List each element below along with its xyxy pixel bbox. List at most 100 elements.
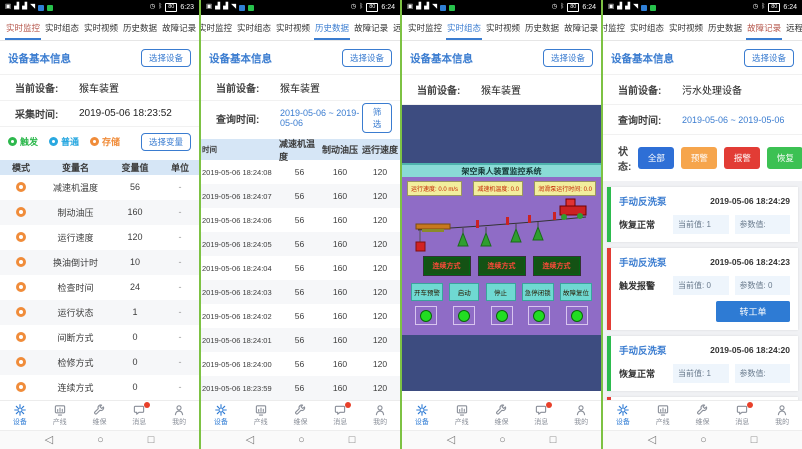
android-home-button[interactable]: ○ [298,435,305,446]
nav-item-device[interactable]: 设备 [5,404,35,427]
variable-name: 运行状态 [42,306,109,319]
nav-item-maintenance[interactable]: 维保 [687,404,717,427]
select-device-button[interactable]: 选择设备 [141,49,191,67]
status-filter-button[interactable]: 全部 [638,147,674,169]
tab-fault-record[interactable]: 故障记录 [161,15,197,40]
control-button[interactable]: 停止 [486,283,516,301]
tab-realtime-video[interactable]: 实时视频 [83,15,119,40]
nav-item-production-line[interactable]: 产线 [246,404,276,427]
tab-realtime-monitor[interactable]: 实时监控 [5,15,41,40]
fault-card[interactable]: 手动反洗泵 2019-05-06 18:24:29 恢复正常 当前值: 1 参数… [607,187,798,242]
legend-storage: 存储 [90,135,120,148]
android-recents-button[interactable]: □ [550,435,557,446]
tab-history-data[interactable]: 历史数据 [122,15,158,40]
fault-card[interactable]: 手动反洗泵 2019-05-06 18:24:20 恢复正常 当前值: 1 参数… [607,336,798,391]
nav-label: 维保 [695,417,709,427]
android-back-button[interactable]: ◁ [447,435,455,446]
current-device-row: 当前设备: 猴车装置 [0,74,199,100]
green-lamp-icon [458,310,470,322]
nav-item-mine[interactable]: 我的 [164,404,194,427]
tab-fault-record[interactable]: 故障记录 [353,15,389,40]
variable-row: 换油倒计时 10 - [0,250,199,275]
tab-realtime-monitor[interactable]: 实时监控 [201,15,233,40]
nav-item-production-line[interactable]: 产线 [447,404,477,427]
tab-fault-record[interactable]: 故障记录 [563,15,599,40]
fault-card[interactable]: 手动反洗泵 2019-05-06 18:24:17 触发报警 当前值: 0 参数… [607,397,798,400]
nav-item-messages[interactable]: 消息 [727,404,757,427]
nav-item-messages[interactable]: 消息 [325,404,355,427]
android-back-button[interactable]: ◁ [45,435,53,446]
create-work-order-button[interactable]: 转工单 [716,301,790,322]
tab-realtime-config[interactable]: 实时组态 [236,15,272,40]
control-button[interactable]: 启动 [449,283,479,301]
control-button[interactable]: 开车预警 [411,283,443,301]
android-back-button[interactable]: ◁ [246,435,254,446]
android-home-button[interactable]: ○ [700,435,707,446]
col-variable-value: 变量值 [109,161,161,174]
fault-card[interactable]: 手动反洗泵 2019-05-06 18:24:23 触发报警 当前值: 0 参数… [607,248,798,330]
tab-remote-control[interactable]: 远程控制 [785,15,802,40]
nav-item-production-line[interactable]: 产线 [648,404,678,427]
tab-realtime-video[interactable]: 实时视频 [485,15,521,40]
variable-value: 0 [109,332,161,342]
android-home-button[interactable]: ○ [499,435,506,446]
nav-item-maintenance[interactable]: 维保 [84,404,114,427]
alarm-clock-icon: ◷ [753,4,759,11]
select-device-button[interactable]: 选择设备 [744,49,794,67]
nav-item-maintenance[interactable]: 维保 [285,404,315,427]
tab-realtime-config[interactable]: 实时组态 [629,15,665,40]
tab-history-data[interactable]: 历史数据 [707,15,743,40]
signal-icon: ▟ [14,4,19,11]
person-icon [173,404,185,416]
select-device-button[interactable]: 选择设备 [342,49,392,67]
nav-item-device[interactable]: 设备 [206,404,236,427]
nav-label: 设备 [415,417,429,427]
tab-realtime-monitor[interactable]: 实时监控 [603,15,626,40]
variable-unit: - [161,282,199,292]
nav-item-production-line[interactable]: 产线 [45,404,75,427]
select-device-button[interactable]: 选择设备 [543,49,593,67]
variable-name: 检修方式 [42,356,109,369]
tab-realtime-video[interactable]: 实时视频 [275,15,311,40]
tab-remote-control[interactable]: 远程控制 [392,15,400,40]
filter-button[interactable]: 筛选 [362,103,392,133]
mode-button[interactable]: 连续方式 [534,257,580,275]
mode-button[interactable]: 连续方式 [479,257,525,275]
status-right-icons: ◷ ᛒ 80 6:23 [150,3,194,12]
tab-realtime-config[interactable]: 实时组态 [446,15,482,40]
android-back-button[interactable]: ◁ [648,435,656,446]
tab-history-data[interactable]: 历史数据 [524,15,560,40]
tab-fault-record[interactable]: 故障记录 [746,15,782,40]
android-home-button[interactable]: ○ [97,435,104,446]
nav-item-device[interactable]: 设备 [608,404,638,427]
status-filter-button[interactable]: 预警 [681,147,717,169]
status-filter-button[interactable]: 恢复 [767,147,802,169]
wifi-icon: ◥ [30,4,35,11]
nav-item-maintenance[interactable]: 维保 [486,404,516,427]
control-button[interactable]: 故障复位 [560,283,592,301]
scada-equipment-diagram [407,196,596,256]
bottom-nav: 设备 产线 维保 消息 我的 [201,400,400,430]
nav-item-mine[interactable]: 我的 [767,404,797,427]
status-filter-button[interactable]: 报警 [724,147,760,169]
tab-realtime-video[interactable]: 实时视频 [668,15,704,40]
mode-button[interactable]: 连续方式 [424,257,470,275]
query-time-value[interactable]: 2019-05-06 ~ 2019-05-06 [682,115,784,125]
nav-item-messages[interactable]: 消息 [124,404,154,427]
nav-item-messages[interactable]: 消息 [526,404,556,427]
android-recents-button[interactable]: □ [751,435,758,446]
query-time-value[interactable]: 2019-05-06 ~ 2019-05-06 [280,108,362,128]
nav-item-mine[interactable]: 我的 [566,404,596,427]
tab-realtime-monitor[interactable]: 实时监控 [407,15,443,40]
android-recents-button[interactable]: □ [148,435,155,446]
nav-item-device[interactable]: 设备 [407,404,437,427]
gauge-lube-pump-time: 润滑泵运行时间: 0.0 [534,181,596,196]
android-recents-button[interactable]: □ [349,435,356,446]
tab-history-data[interactable]: 历史数据 [314,15,350,40]
tab-realtime-config[interactable]: 实时组态 [44,15,80,40]
nav-item-mine[interactable]: 我的 [365,404,395,427]
row-time: 2019-05-06 18:24:08 [201,168,279,177]
select-variable-button[interactable]: 选择变量 [141,133,191,151]
control-button[interactable]: 急停闭锁 [522,283,554,301]
history-row: 2019-05-06 18:24:05 56 160 120 [201,232,400,256]
